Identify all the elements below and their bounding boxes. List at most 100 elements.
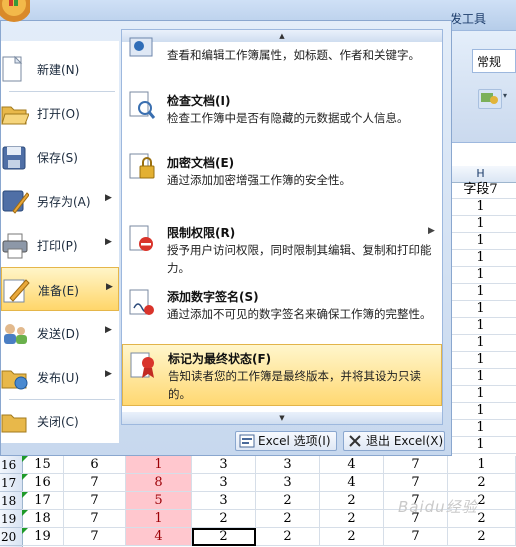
grid-cell-highlighted[interactable]: 1: [126, 456, 192, 474]
grid-cell[interactable]: 3: [256, 456, 320, 474]
grid-cell[interactable]: 2: [320, 510, 384, 528]
grid-cell[interactable]: 2: [320, 528, 384, 546]
prepare-item-encrypt[interactable]: 加密文档(E) 通过添加加密增强工作簿的安全性。: [122, 148, 442, 204]
grid-cell[interactable]: 字段7: [445, 182, 516, 199]
grid-cell-highlighted[interactable]: 8: [126, 474, 192, 492]
inspect-document-icon: [128, 90, 156, 120]
new-document-icon: [1, 53, 29, 85]
menu-item-save-as[interactable]: 另存为(A) ▶: [1, 179, 119, 223]
grid-cell[interactable]: 2: [256, 492, 320, 510]
grid-cell[interactable]: 1: [445, 267, 516, 284]
grid-cell[interactable]: 2: [448, 474, 516, 492]
grid-cell[interactable]: 2: [256, 528, 320, 546]
grid-cell[interactable]: 17: [22, 492, 64, 510]
menu-item-print[interactable]: 打印(P) ▶: [1, 223, 119, 267]
grid-cell[interactable]: 7: [384, 474, 448, 492]
grid-cell[interactable]: 7: [64, 492, 126, 510]
scroll-up-button[interactable]: ▲: [122, 30, 442, 42]
menu-item-publish[interactable]: 发布(U) ▶: [1, 355, 119, 399]
grid-cell[interactable]: 1: [445, 352, 516, 369]
grid-cell[interactable]: 3: [256, 474, 320, 492]
grid-cell[interactable]: 3: [192, 474, 256, 492]
accounting-format-button[interactable]: [478, 89, 502, 109]
menu-item-send[interactable]: 发送(D) ▶: [1, 311, 119, 355]
submenu-arrow-icon: ▶: [105, 193, 112, 203]
row-header[interactable]: 16: [0, 456, 22, 474]
prepare-pencil-icon: [2, 274, 30, 306]
column-header-h[interactable]: H: [445, 166, 516, 182]
grid-cell[interactable]: 1: [445, 386, 516, 403]
grid-cell[interactable]: 1: [445, 369, 516, 386]
grid-cell[interactable]: 1: [445, 403, 516, 420]
grid-cell[interactable]: 2: [256, 510, 320, 528]
grid-cell[interactable]: 3: [192, 492, 256, 510]
menu-item-prepare[interactable]: 准备(E) ▶: [1, 267, 119, 311]
grid-cell[interactable]: 1: [445, 250, 516, 267]
grid-cell[interactable]: 1: [445, 301, 516, 318]
row-header[interactable]: 19: [0, 510, 22, 528]
options-icon: [239, 434, 255, 448]
excel-options-button[interactable]: Excel 选项(I): [235, 431, 337, 451]
grid-cell-highlighted[interactable]: 5: [126, 492, 192, 510]
grid-cell[interactable]: 1: [445, 420, 516, 437]
submenu-arrow-icon: ▶: [105, 237, 112, 247]
grid-cell[interactable]: 1: [445, 216, 516, 233]
grid-cell[interactable]: 4: [320, 456, 384, 474]
menu-item-open[interactable]: 打开(O): [1, 91, 119, 135]
grid-cell[interactable]: 15: [22, 456, 64, 474]
prepare-item-mark-final[interactable]: 标记为最终状态(F) 告知读者您的工作簿是最终版本，并将其设为只读的。: [122, 344, 442, 406]
grid-cell[interactable]: 1: [445, 335, 516, 352]
submenu-arrow-icon: ▶: [106, 282, 113, 292]
chevron-down-icon[interactable]: ▾: [503, 91, 507, 100]
save-disk-icon: [1, 141, 29, 173]
office-button[interactable]: [0, 0, 30, 22]
grid-cell[interactable]: 2: [192, 510, 256, 528]
grid-cell[interactable]: 7: [64, 528, 126, 546]
prepare-item-restrict[interactable]: 限制权限(R) 授予用户访问权限，同时限制其编辑、复制和打印能力。 ▶: [122, 218, 442, 280]
grid-cell[interactable]: 6: [64, 456, 126, 474]
error-indicator-icon: [22, 528, 28, 534]
grid-cell[interactable]: 1: [445, 437, 516, 454]
grid-cell[interactable]: 1: [448, 456, 516, 474]
number-format-dropdown[interactable]: 常规: [472, 49, 516, 73]
office-menu-footer: Excel 选项(I) 退出 Excel(X): [1, 425, 451, 455]
scroll-down-button[interactable]: ▼: [122, 412, 442, 424]
error-indicator-icon: [22, 510, 28, 516]
grid-cell[interactable]: 19: [22, 528, 64, 546]
grid-cell[interactable]: 1: [445, 233, 516, 250]
row-header[interactable]: 20: [0, 528, 22, 546]
grid-cell[interactable]: 2: [448, 528, 516, 546]
grid-cell-highlighted[interactable]: 1: [126, 510, 192, 528]
grid-cell[interactable]: 1: [445, 284, 516, 301]
exit-excel-button[interactable]: 退出 Excel(X): [343, 431, 445, 451]
office-menu: 新建(N) 打开(O) 保存(S) 另存为(A) ▶ 打印(P) ▶ 准备(E)…: [0, 20, 452, 456]
grid-cell-highlighted[interactable]: 4: [126, 528, 192, 546]
grid-cell[interactable]: 7: [64, 510, 126, 528]
tab-developer[interactable]: 发工具: [450, 10, 486, 27]
grid-cell[interactable]: 4: [320, 474, 384, 492]
prepare-item-signature[interactable]: 添加数字签名(S) 通过添加不可见的数字签名来确保工作簿的完整性。: [122, 282, 442, 342]
prepare-item-properties[interactable]: 查看和编辑工作簿属性，如标题、作者和关键字。: [122, 37, 442, 82]
grid-cell[interactable]: 16: [22, 474, 64, 492]
grid-cell[interactable]: 1: [445, 318, 516, 335]
prepare-item-inspect[interactable]: 检查文档(I) 检查工作簿中是否有隐藏的元数据或个人信息。: [122, 86, 442, 142]
grid-cell[interactable]: 18: [22, 510, 64, 528]
grid-cell[interactable]: 7: [64, 474, 126, 492]
grid-cell[interactable]: 1: [445, 199, 516, 216]
row-header[interactable]: 18: [0, 492, 22, 510]
printer-icon: [1, 229, 29, 261]
watermark: Baidu经验: [398, 498, 478, 516]
grid-cell[interactable]: 7: [384, 456, 448, 474]
menu-item-new[interactable]: 新建(N): [1, 47, 119, 91]
encrypt-lock-icon: [128, 152, 156, 182]
grid-cell[interactable]: 2: [320, 492, 384, 510]
error-indicator-icon: [22, 474, 28, 480]
grid-cell[interactable]: 3: [192, 456, 256, 474]
grid-cell-selected[interactable]: 2: [192, 528, 256, 546]
menu-item-save[interactable]: 保存(S): [1, 135, 119, 179]
formula-bar[interactable]: [445, 142, 516, 168]
row-headers: 16 17 18 19 20: [0, 456, 23, 547]
column-headers: H: [445, 166, 516, 183]
row-header[interactable]: 17: [0, 474, 22, 492]
grid-cell[interactable]: 7: [384, 528, 448, 546]
